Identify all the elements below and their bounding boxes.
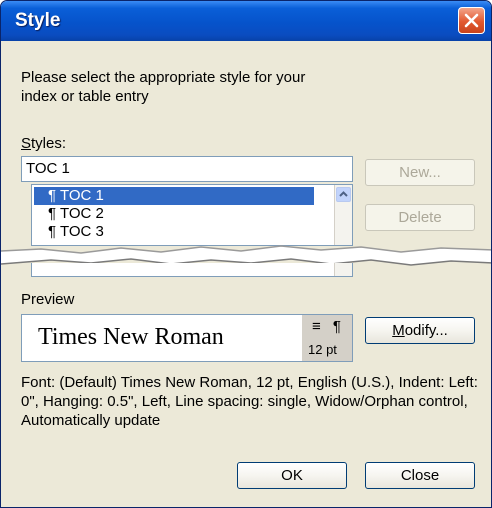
styles-label: Styles: xyxy=(21,135,66,152)
chevron-up-icon xyxy=(339,191,348,197)
preview-label: Preview xyxy=(21,291,75,308)
ok-button[interactable]: OK xyxy=(237,462,347,489)
list-item[interactable]: ¶ TOC 2 xyxy=(34,205,314,223)
close-button[interactable]: Close xyxy=(365,462,475,489)
list-scrollbar-bottom xyxy=(334,263,352,276)
list-scrollbar[interactable] xyxy=(334,185,352,245)
preview-sample-text: Times New Roman xyxy=(38,324,224,350)
styles-list-bottom xyxy=(31,263,353,277)
new-button[interactable]: New... xyxy=(365,159,475,186)
window-title: Style xyxy=(15,10,61,31)
list-item-label: TOC 2 xyxy=(59,205,104,222)
modify-button[interactable]: Modify... xyxy=(365,317,475,344)
delete-button[interactable]: Delete xyxy=(365,204,475,231)
style-dialog: Style Please select the appropriate styl… xyxy=(0,0,492,508)
scroll-up-button[interactable] xyxy=(336,187,351,202)
styles-label-rest: tyles: xyxy=(31,135,67,152)
window-close-button[interactable] xyxy=(458,7,485,34)
alignment-paragraph-icon: ≡ ¶ xyxy=(312,318,345,335)
preview-font-size: 12 pt xyxy=(308,342,337,357)
styles-input[interactable]: TOC 1 xyxy=(21,156,353,182)
close-icon xyxy=(464,13,479,28)
preview-format-panel: ≡ ¶ 12 pt xyxy=(302,315,352,361)
preview-box: Times New Roman ≡ ¶ 12 pt xyxy=(21,314,353,362)
paragraph-mark-icon: ¶ xyxy=(48,187,57,204)
modify-label-rest: odify... xyxy=(404,322,448,339)
instruction-text: Please select the appropriate style for … xyxy=(21,69,306,105)
modify-accel: M xyxy=(392,322,405,339)
paragraph-mark-icon: ¶ xyxy=(48,205,57,222)
list-item-label: TOC 1 xyxy=(59,187,104,204)
list-item[interactable]: ¶ TOC 1 xyxy=(34,187,314,205)
style-description: Font: (Default) Times New Roman, 12 pt, … xyxy=(21,374,478,429)
styles-label-accel: S xyxy=(21,135,32,152)
title-bar[interactable]: Style xyxy=(1,1,491,41)
